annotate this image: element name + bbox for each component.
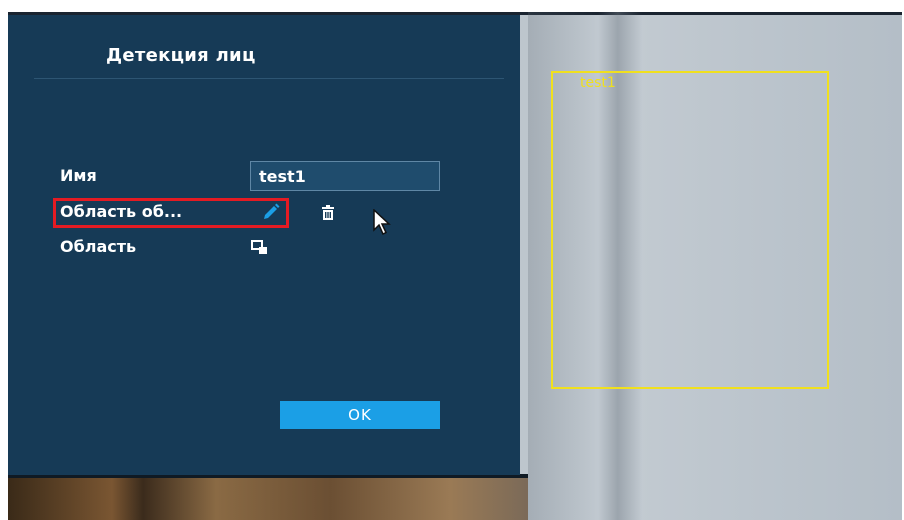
- mouse-cursor-icon: [373, 209, 391, 236]
- pencil-icon[interactable]: [261, 202, 281, 222]
- detection-region-label: test1: [580, 75, 616, 91]
- face-detection-panel: Детекция лиц Имя Область об... Область O…: [8, 15, 520, 475]
- camera-view: test1 Детекция лиц Имя Область об... Обл…: [8, 12, 902, 520]
- trash-icon[interactable]: [320, 205, 336, 221]
- name-input[interactable]: [250, 161, 440, 191]
- area-select-icon[interactable]: [251, 240, 269, 256]
- title-divider: [34, 78, 504, 79]
- floor: [8, 478, 528, 520]
- name-label: Имя: [60, 166, 97, 185]
- detection-region-box[interactable]: [551, 71, 829, 389]
- area-label: Область: [60, 237, 137, 256]
- detection-area-label: Область об...: [60, 202, 183, 221]
- ok-button[interactable]: OK: [280, 401, 440, 429]
- panel-title: Детекция лиц: [106, 45, 256, 66]
